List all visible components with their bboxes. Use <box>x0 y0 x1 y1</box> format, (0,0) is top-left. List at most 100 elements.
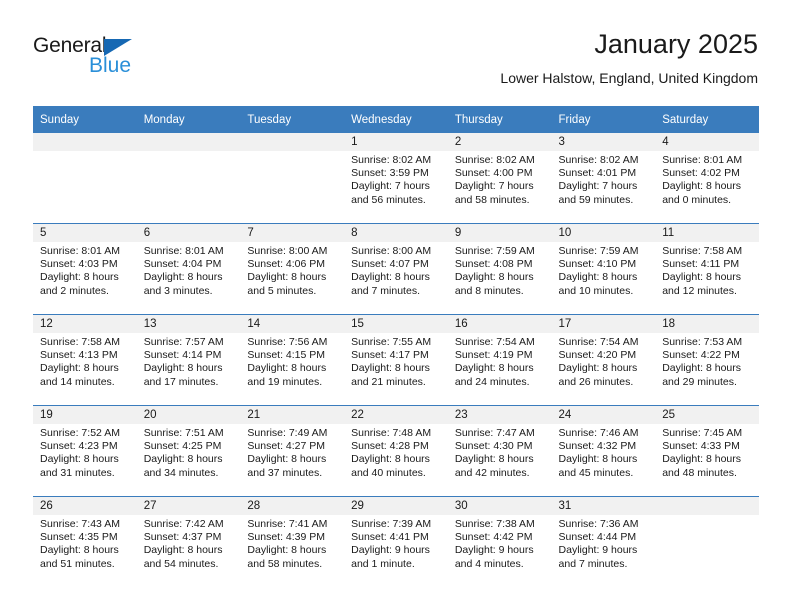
calendar-day-cell[interactable]: 11 Sunrise: 7:58 AM Sunset: 4:11 PM Dayligh… <box>655 223 759 315</box>
calendar-day-cell[interactable]: 14 Sunrise: 7:56 AM Sunset: 4:15 PM Dayligh… <box>240 314 345 406</box>
sunrise-text: Sunrise: 7:56 AM <box>247 336 328 348</box>
day-details: Sunrise: 7:54 AM Sunset: 4:20 PM Daylight:… <box>552 333 656 389</box>
calendar-page: General Blue January 2025 Lower Halstow,… <box>0 0 792 612</box>
calendar-day-cell[interactable]: 7 Sunrise: 8:00 AM Sunset: 4:06 PM Daylight… <box>240 223 345 315</box>
daylight-text-line1: Daylight: 8 hours <box>351 271 430 284</box>
calendar-day-cell[interactable]: 22 Sunrise: 7:48 AM Sunset: 4:28 PM Dayligh… <box>344 405 448 497</box>
daylight-text-line2: and 48 minutes. <box>662 466 737 479</box>
day-details: Sunrise: 7:42 AM Sunset: 4:37 PM Daylight:… <box>137 515 241 571</box>
calendar-day-cell[interactable]: 5 Sunrise: 8:01 AM Sunset: 4:03 PM Daylight… <box>33 223 137 315</box>
daylight-text-line2: and 40 minutes. <box>351 466 426 479</box>
calendar-day-cell[interactable]: 24 Sunrise: 7:46 AM Sunset: 4:32 PM Dayligh… <box>551 405 656 497</box>
sunset-text: Sunset: 4:06 PM <box>247 258 326 271</box>
day-details: Sunrise: 7:54 AM Sunset: 4:19 PM Daylight:… <box>448 333 552 389</box>
calendar-day-cell[interactable]: 18 Sunrise: 7:53 AM Sunset: 4:22 PM Dayligh… <box>655 314 759 406</box>
sunset-text: Sunset: 4:00 PM <box>454 167 533 180</box>
calendar-day-cell-empty <box>33 133 137 224</box>
day-number: 15 <box>344 315 448 333</box>
calendar-day-cell[interactable]: 13 Sunrise: 7:57 AM Sunset: 4:14 PM Dayligh… <box>136 314 241 406</box>
daylight-text-line1: Daylight: 8 hours <box>40 453 119 466</box>
calendar-day-cell[interactable]: 20 Sunrise: 7:51 AM Sunset: 4:25 PM Dayligh… <box>136 405 241 497</box>
calendar-day-cell[interactable]: 9 Sunrise: 7:59 AM Sunset: 4:08 PM Daylight… <box>447 223 552 315</box>
calendar-day-cell[interactable]: 23 Sunrise: 7:47 AM Sunset: 4:30 PM Dayligh… <box>447 405 552 497</box>
daylight-text-line2: and 7 minutes. <box>351 284 420 297</box>
day-details: Sunrise: 7:52 AM Sunset: 4:23 PM Daylight:… <box>33 424 137 480</box>
sunrise-text: Sunrise: 8:00 AM <box>247 245 328 257</box>
calendar-day-cell[interactable]: 1 Sunrise: 8:02 AM Sunset: 3:59 PM Daylight… <box>344 133 448 224</box>
calendar-day-cell[interactable]: 21 Sunrise: 7:49 AM Sunset: 4:27 PM Dayligh… <box>240 405 345 497</box>
day-number: 13 <box>136 315 241 333</box>
daylight-text-line1: Daylight: 8 hours <box>558 362 638 375</box>
daylight-text-line1: Daylight: 8 hours <box>662 362 742 375</box>
day-details: Sunrise: 7:55 AM Sunset: 4:17 PM Daylight:… <box>344 333 448 389</box>
day-details: Sunrise: 7:58 AM Sunset: 4:13 PM Daylight:… <box>33 333 137 389</box>
day-number: 6 <box>136 224 241 242</box>
calendar-day-cell[interactable]: 27 Sunrise: 7:42 AM Sunset: 4:37 PM Dayligh… <box>136 496 241 587</box>
daylight-text-line2: and 26 minutes. <box>558 375 634 388</box>
calendar-day-cell[interactable]: 4 Sunrise: 8:01 AM Sunset: 4:02 PM Daylight… <box>655 133 759 224</box>
sunset-text: Sunset: 4:03 PM <box>40 258 118 271</box>
title-block: January 2025 Lower Halstow, England, Uni… <box>500 28 758 88</box>
calendar-day-cell[interactable]: 8 Sunrise: 8:00 AM Sunset: 4:07 PM Daylight… <box>344 223 448 315</box>
calendar-day-cell[interactable]: 2 Sunrise: 8:02 AM Sunset: 4:00 PM Daylight… <box>447 133 552 224</box>
daylight-text-line2: and 29 minutes. <box>662 375 737 388</box>
sunrise-text: Sunrise: 7:39 AM <box>351 518 432 530</box>
daylight-text-line2: and 12 minutes. <box>662 284 737 297</box>
day-details: Sunrise: 8:01 AM Sunset: 4:03 PM Daylight:… <box>33 242 137 298</box>
day-number: 3 <box>551 133 656 151</box>
day-number: 27 <box>136 497 241 515</box>
day-number: 10 <box>551 224 656 242</box>
calendar-day-cell[interactable]: 16 Sunrise: 7:54 AM Sunset: 4:19 PM Dayligh… <box>447 314 552 406</box>
calendar-day-cell[interactable]: 15 Sunrise: 7:55 AM Sunset: 4:17 PM Dayligh… <box>344 314 448 406</box>
sunrise-sunset-calendar: Sunday Monday Tuesday Wednesday Thursday… <box>33 106 759 587</box>
calendar-day-cell[interactable]: 28 Sunrise: 7:41 AM Sunset: 4:39 PM Dayligh… <box>240 496 345 587</box>
calendar-day-cell[interactable]: 6 Sunrise: 8:01 AM Sunset: 4:04 PM Daylight… <box>136 223 241 315</box>
day-number: 5 <box>33 224 137 242</box>
calendar-day-cell-empty <box>655 496 759 587</box>
daylight-text-line1: Daylight: 8 hours <box>247 453 327 466</box>
daylight-text-line1: Daylight: 8 hours <box>143 453 223 466</box>
sunrise-text: Sunrise: 8:01 AM <box>40 245 120 257</box>
calendar-day-cell[interactable]: 17 Sunrise: 7:54 AM Sunset: 4:20 PM Dayligh… <box>551 314 656 406</box>
sunset-text: Sunset: 4:32 PM <box>558 440 637 453</box>
daylight-text-line2: and 58 minutes. <box>247 557 323 570</box>
calendar-day-cell[interactable]: 26 Sunrise: 7:43 AM Sunset: 4:35 PM Dayligh… <box>33 496 137 587</box>
calendar-day-cell[interactable]: 25 Sunrise: 7:45 AM Sunset: 4:33 PM Dayligh… <box>655 405 759 497</box>
daylight-text-line1: Daylight: 8 hours <box>40 544 119 557</box>
day-details: Sunrise: 8:00 AM Sunset: 4:06 PM Daylight:… <box>240 242 344 298</box>
sunrise-text: Sunrise: 7:42 AM <box>143 518 224 530</box>
day-number: 14 <box>240 315 345 333</box>
calendar-day-cell[interactable]: 12 Sunrise: 7:58 AM Sunset: 4:13 PM Dayligh… <box>33 314 137 406</box>
calendar-day-cell[interactable]: 10 Sunrise: 7:59 AM Sunset: 4:10 PM Dayligh… <box>551 223 656 315</box>
calendar-day-cell[interactable]: 31 Sunrise: 7:36 AM Sunset: 4:44 PM Dayligh… <box>551 496 656 587</box>
weekday-header-saturday: Saturday <box>655 106 759 133</box>
sunrise-text: Sunrise: 7:51 AM <box>143 427 224 439</box>
daylight-text-line1: Daylight: 7 hours <box>454 180 534 193</box>
daylight-text-line1: Daylight: 9 hours <box>454 544 534 557</box>
daylight-text-line2: and 4 minutes. <box>454 557 524 570</box>
calendar-day-cell[interactable]: 3 Sunrise: 8:02 AM Sunset: 4:01 PM Daylight… <box>551 133 656 224</box>
day-details: Sunrise: 7:46 AM Sunset: 4:32 PM Daylight:… <box>552 424 656 480</box>
calendar-week-row: 1 Sunrise: 8:02 AM Sunset: 3:59 PM Daylight… <box>33 133 759 224</box>
general-blue-logo[interactable]: General Blue <box>33 34 203 86</box>
day-details: Sunrise: 8:01 AM Sunset: 4:04 PM Daylight:… <box>137 242 241 298</box>
day-details: Sunrise: 8:00 AM Sunset: 4:07 PM Daylight:… <box>344 242 448 298</box>
sunrise-text: Sunrise: 7:53 AM <box>662 336 743 348</box>
sunset-text: Sunset: 4:28 PM <box>351 440 429 453</box>
day-number: 9 <box>447 224 552 242</box>
weekday-header-friday: Friday <box>551 106 656 133</box>
calendar-day-cell-empty <box>136 133 241 224</box>
calendar-day-cell[interactable]: 19 Sunrise: 7:52 AM Sunset: 4:23 PM Dayligh… <box>33 405 137 497</box>
calendar-day-cell[interactable]: 30 Sunrise: 7:38 AM Sunset: 4:42 PM Dayligh… <box>447 496 552 587</box>
daylight-text-line2: and 34 minutes. <box>143 466 219 479</box>
sunrise-text: Sunrise: 7:58 AM <box>40 336 120 348</box>
daylight-text-line1: Daylight: 8 hours <box>662 453 742 466</box>
day-details: Sunrise: 8:02 AM Sunset: 4:00 PM Daylight:… <box>448 151 552 207</box>
sunrise-text: Sunrise: 7:45 AM <box>662 427 743 439</box>
day-number: 22 <box>344 406 448 424</box>
calendar-day-cell[interactable]: 29 Sunrise: 7:39 AM Sunset: 4:41 PM Dayligh… <box>344 496 448 587</box>
sunrise-text: Sunrise: 7:55 AM <box>351 336 432 348</box>
daylight-text-line1: Daylight: 8 hours <box>662 180 742 193</box>
day-details: Sunrise: 7:45 AM Sunset: 4:33 PM Daylight:… <box>655 424 759 480</box>
calendar-body: 1 Sunrise: 8:02 AM Sunset: 3:59 PM Daylight… <box>33 133 759 587</box>
